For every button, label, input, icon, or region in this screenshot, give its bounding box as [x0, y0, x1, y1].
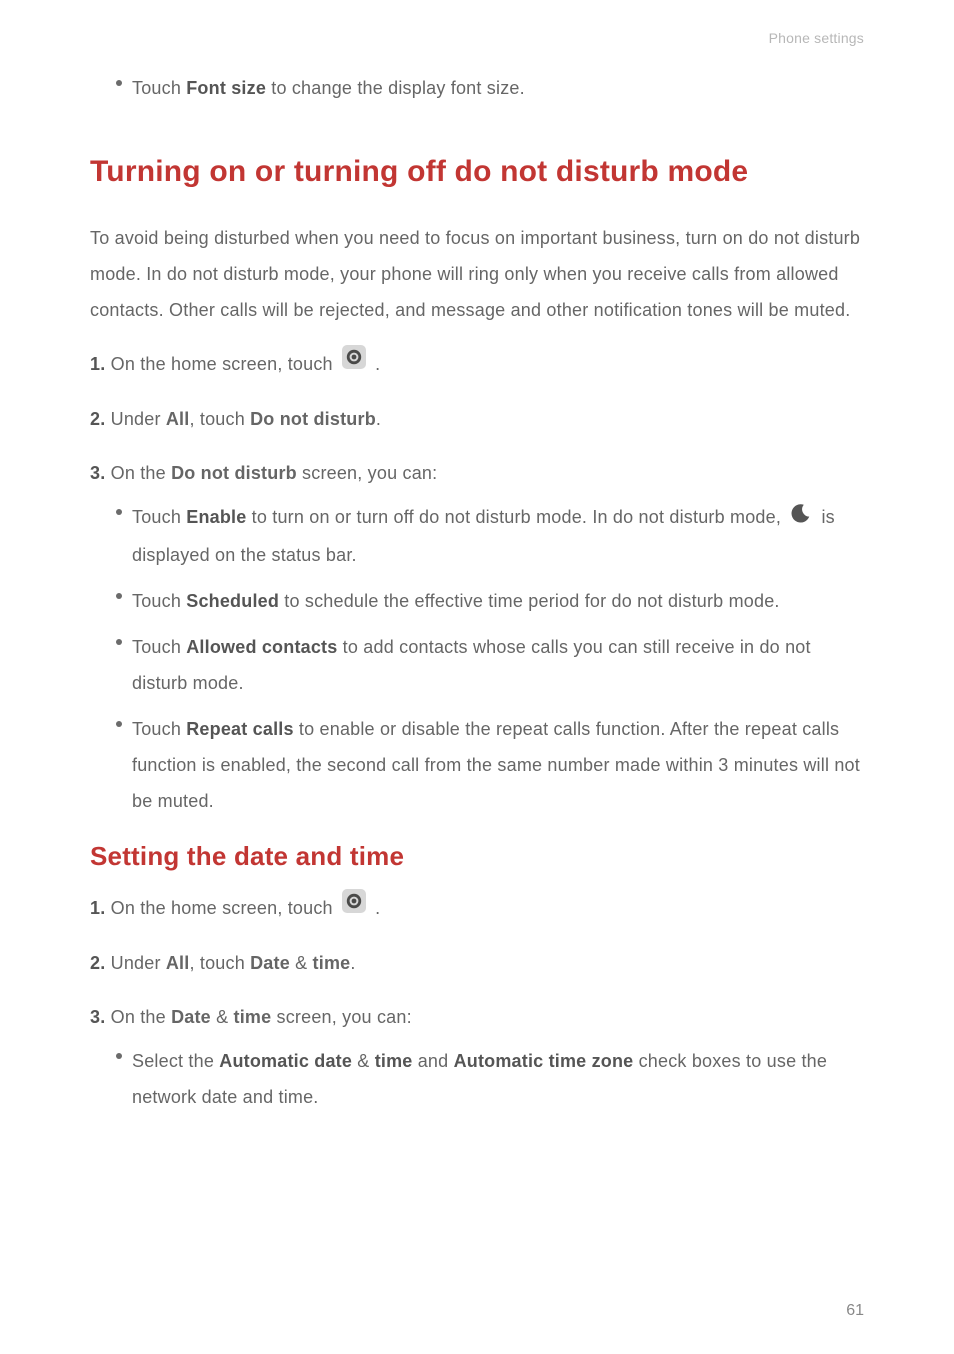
- bold-text: Enable: [186, 507, 246, 527]
- step2-1: 1. On the home screen, touch .: [90, 890, 864, 927]
- bold-text: Repeat calls: [186, 719, 293, 739]
- bullet-text: Touch Repeat calls to enable or disable …: [132, 711, 864, 819]
- bullet-enable: Touch Enable to turn on or turn off do n…: [116, 499, 864, 572]
- bold-text: Font size: [186, 78, 266, 98]
- heading-dnd: Turning on or turning off do not disturb…: [90, 142, 864, 202]
- text: Under: [105, 409, 165, 429]
- page-number: 61: [846, 1302, 864, 1320]
- text: to schedule the effective time period fo…: [279, 591, 780, 611]
- bold-text: Automatic date: [219, 1051, 352, 1071]
- text: On the: [105, 1007, 171, 1027]
- page: Phone settings Touch Font size to change…: [0, 0, 954, 1354]
- bullet-automatic-date: Select the Automatic date & time and Aut…: [116, 1043, 864, 1115]
- step-number: 2.: [90, 953, 105, 973]
- bullet-dot-icon: [116, 593, 122, 599]
- text: Touch: [132, 78, 186, 98]
- settings-icon: [342, 889, 366, 925]
- moon-icon: [790, 500, 812, 536]
- bold-text: Automatic time zone: [454, 1051, 634, 1071]
- bold-text: time: [313, 953, 351, 973]
- step-2: 2. Under All, touch Do not disturb.: [90, 401, 864, 437]
- bullet-dot-icon: [116, 639, 122, 645]
- text: On the home screen, touch: [105, 898, 338, 918]
- text: .: [375, 354, 380, 374]
- header-section-label: Phone settings: [90, 30, 864, 46]
- bold-text: All: [166, 953, 190, 973]
- text: to turn on or turn off do not disturb mo…: [246, 507, 786, 527]
- step2-2: 2. Under All, touch Date & time.: [90, 945, 864, 981]
- text: Touch: [132, 591, 186, 611]
- step-number: 3.: [90, 463, 105, 483]
- bold-text: All: [166, 409, 190, 429]
- bold-text: Do not disturb: [171, 463, 297, 483]
- bullet-dot-icon: [116, 509, 122, 515]
- bullet-scheduled: Touch Scheduled to schedule the effectiv…: [116, 583, 864, 619]
- bold-text: Date: [171, 1007, 211, 1027]
- bold-text: time: [234, 1007, 272, 1027]
- text: &: [290, 953, 313, 973]
- bullet-text: Touch Allowed contacts to add contacts w…: [132, 629, 864, 701]
- text: Touch: [132, 507, 186, 527]
- paragraph-dnd-intro: To avoid being disturbed when you need t…: [90, 220, 864, 328]
- step-number: 2.: [90, 409, 105, 429]
- text: and: [413, 1051, 454, 1071]
- text: Touch: [132, 637, 186, 657]
- bullet-dot-icon: [116, 721, 122, 727]
- bold-text: Scheduled: [186, 591, 279, 611]
- bullet-text: Touch Scheduled to schedule the effectiv…: [132, 583, 780, 619]
- text: On the: [105, 463, 171, 483]
- step-number: 3.: [90, 1007, 105, 1027]
- text: &: [211, 1007, 234, 1027]
- text: to change the display font size.: [266, 78, 525, 98]
- text: , touch: [189, 409, 250, 429]
- bullet-dot-icon: [116, 1053, 122, 1059]
- bullet-dot-icon: [116, 80, 122, 86]
- bullet-text: Select the Automatic date & time and Aut…: [132, 1043, 864, 1115]
- step-3: 3. On the Do not disturb screen, you can…: [90, 455, 864, 491]
- bullet-text: Touch Enable to turn on or turn off do n…: [132, 499, 864, 572]
- text: Touch: [132, 719, 186, 739]
- step2-3: 3. On the Date & time screen, you can:: [90, 999, 864, 1035]
- bullet-repeat-calls: Touch Repeat calls to enable or disable …: [116, 711, 864, 819]
- text: screen, you can:: [271, 1007, 411, 1027]
- bullet-allowed-contacts: Touch Allowed contacts to add contacts w…: [116, 629, 864, 701]
- settings-icon: [342, 345, 366, 381]
- text: , touch: [189, 953, 250, 973]
- bullet-font-size: Touch Font size to change the display fo…: [116, 70, 864, 106]
- step-number: 1.: [90, 898, 105, 918]
- text: On the home screen, touch: [105, 354, 338, 374]
- bold-text: Allowed contacts: [186, 637, 337, 657]
- bold-text: Do not disturb: [250, 409, 376, 429]
- text: Under: [105, 953, 165, 973]
- bullet-text: Touch Font size to change the display fo…: [132, 70, 525, 106]
- step-number: 1.: [90, 354, 105, 374]
- text: .: [350, 953, 355, 973]
- text: .: [375, 898, 380, 918]
- bold-text: Date: [250, 953, 290, 973]
- text: .: [376, 409, 381, 429]
- text: &: [352, 1051, 375, 1071]
- text: Select the: [132, 1051, 219, 1071]
- heading-date-time: Setting the date and time: [90, 841, 864, 872]
- step-1: 1. On the home screen, touch .: [90, 346, 864, 383]
- bold-text: time: [375, 1051, 413, 1071]
- text: screen, you can:: [297, 463, 437, 483]
